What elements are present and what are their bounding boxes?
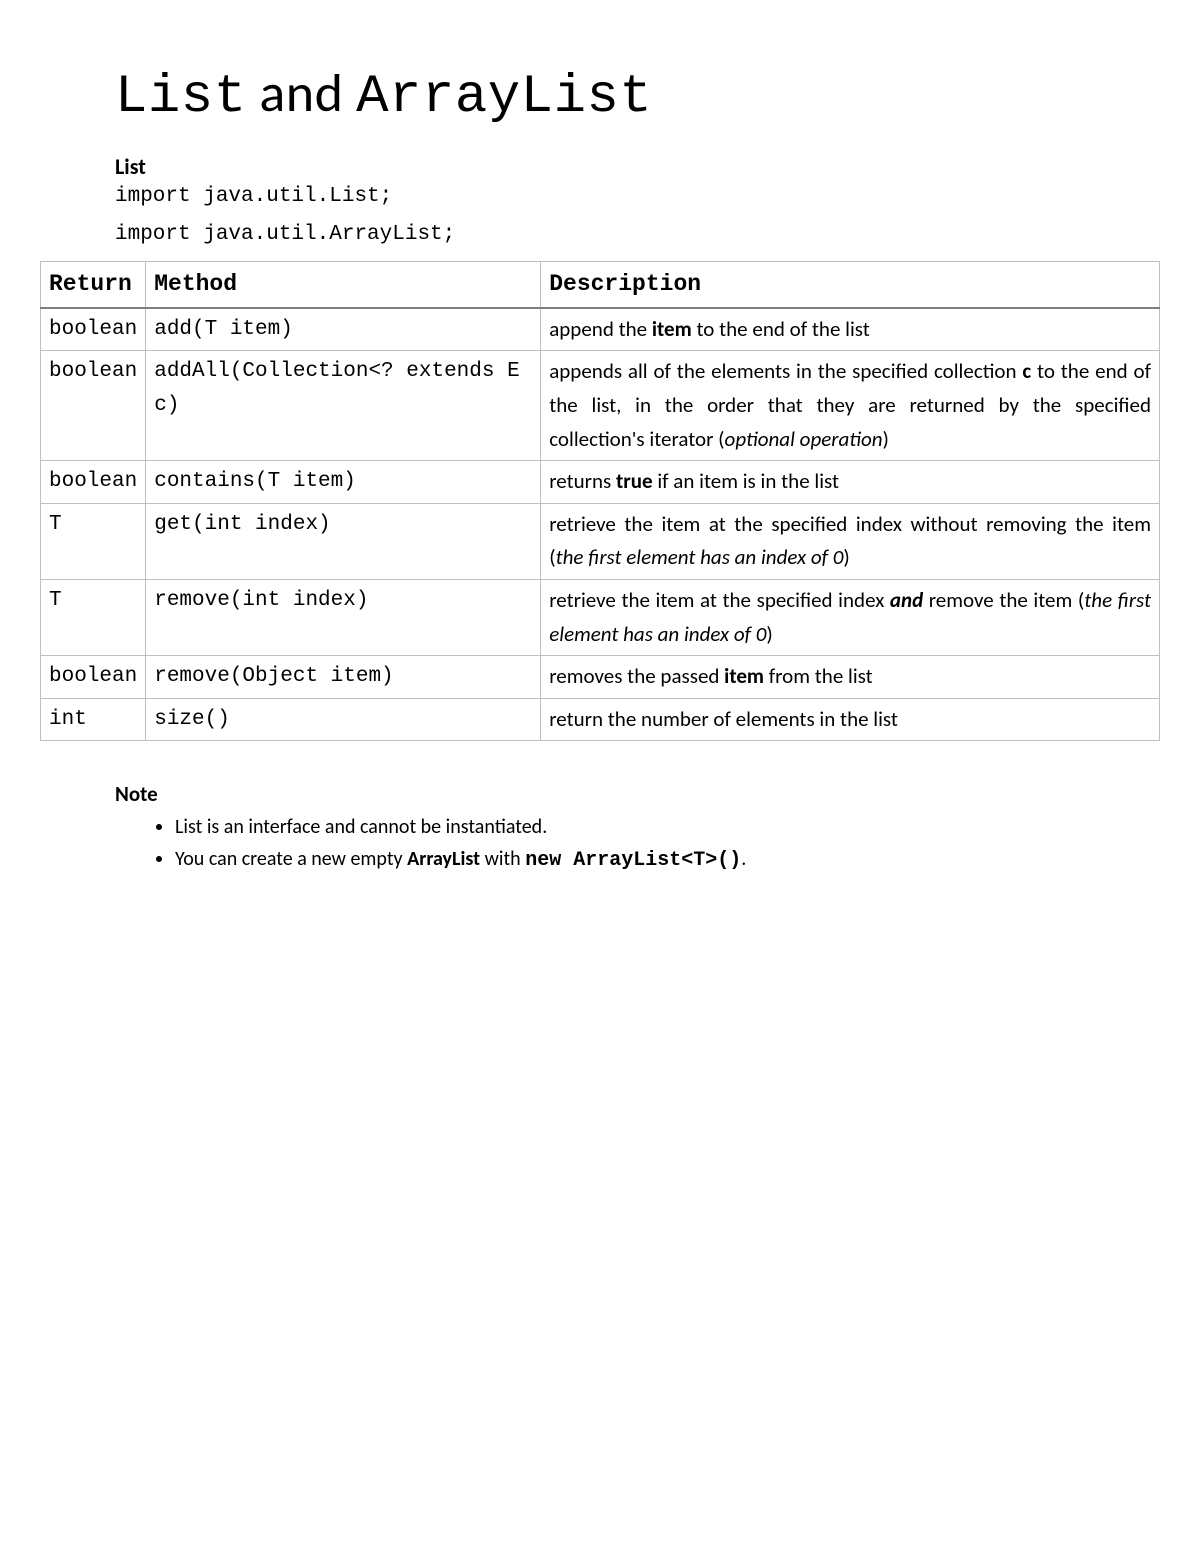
notes-list: List is an interface and cannot be insta… <box>175 812 1160 876</box>
cell-method: contains(T item) <box>146 461 541 504</box>
cell-return: boolean <box>41 308 146 351</box>
cell-method: size() <box>146 698 541 741</box>
header-description: Description <box>541 262 1160 308</box>
table-header-row: Return Method Description <box>41 262 1160 308</box>
cell-method: addAll(Collection<? extends E c) <box>146 351 541 461</box>
title-code-1: List <box>115 67 247 128</box>
import-line-1: import java.util.List; <box>115 185 1160 208</box>
header-return: Return <box>41 262 146 308</box>
cell-description: append the item to the end of the list <box>541 308 1160 351</box>
cell-description: removes the passed item from the list <box>541 656 1160 699</box>
list-item: List is an interface and cannot be insta… <box>175 812 1160 842</box>
table-row: Tremove(int index)retrieve the item at t… <box>41 579 1160 655</box>
table-row: booleanadd(T item)append the item to the… <box>41 308 1160 351</box>
cell-return: T <box>41 503 146 579</box>
list-item: You can create a new empty ArrayList wit… <box>175 844 1160 876</box>
cell-return: boolean <box>41 461 146 504</box>
cell-return: int <box>41 698 146 741</box>
table-row: booleanremove(Object item)removes the pa… <box>41 656 1160 699</box>
page-title: List and ArrayList <box>115 60 1160 128</box>
cell-return: T <box>41 579 146 655</box>
table-row: intsize()return the number of elements i… <box>41 698 1160 741</box>
cell-method: remove(int index) <box>146 579 541 655</box>
note-heading: Note <box>115 781 1160 807</box>
header-method: Method <box>146 262 541 308</box>
cell-return: boolean <box>41 656 146 699</box>
table-row: booleanaddAll(Collection<? extends E c)a… <box>41 351 1160 461</box>
section-heading: List <box>115 153 1160 180</box>
cell-return: boolean <box>41 351 146 461</box>
cell-description: retrieve the item at the specified index… <box>541 579 1160 655</box>
table-body: booleanadd(T item)append the item to the… <box>41 308 1160 741</box>
import-line-2: import java.util.ArrayList; <box>115 223 1160 246</box>
methods-table: Return Method Description booleanadd(T i… <box>40 261 1160 741</box>
cell-method: remove(Object item) <box>146 656 541 699</box>
title-sep: and <box>247 60 357 126</box>
cell-description: appends all of the elements in the speci… <box>541 351 1160 461</box>
title-code-2: ArrayList <box>356 67 652 128</box>
cell-description: retrieve the item at the specified index… <box>541 503 1160 579</box>
cell-method: add(T item) <box>146 308 541 351</box>
cell-description: returns true if an item is in the list <box>541 461 1160 504</box>
cell-description: return the number of elements in the lis… <box>541 698 1160 741</box>
table-row: Tget(int index)retrieve the item at the … <box>41 503 1160 579</box>
cell-method: get(int index) <box>146 503 541 579</box>
table-row: booleancontains(T item)returns true if a… <box>41 461 1160 504</box>
